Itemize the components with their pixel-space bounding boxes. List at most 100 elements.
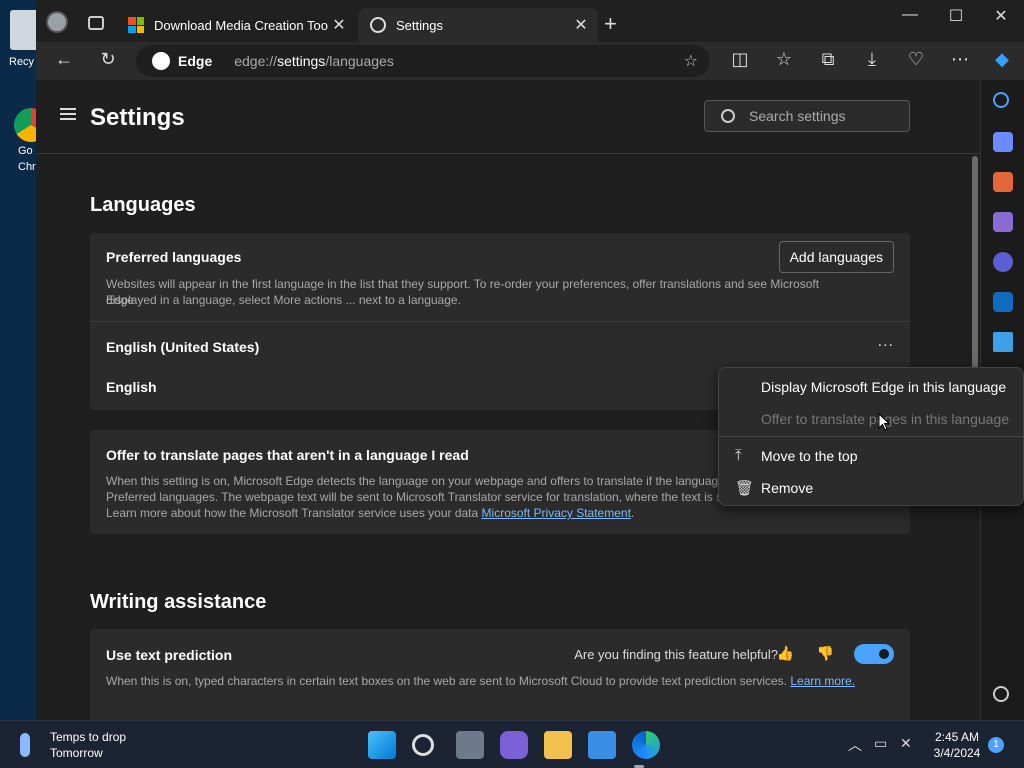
page-title: Settings	[90, 104, 185, 131]
writing-assistance-heading: Writing assistance	[90, 591, 267, 613]
language-context-menu: Display Microsoft Edge in this language …	[718, 367, 1024, 506]
menu-item-display-edge[interactable]: Display Microsoft Edge in this language	[761, 379, 1006, 395]
thermometer-icon	[20, 733, 30, 757]
preferred-languages-title: Preferred languages	[106, 249, 242, 265]
toolbar: ← ↻ Edge edge://settings/languages ☆ ◫ ☆…	[36, 42, 1024, 80]
clock-date: 3/4/2024	[933, 746, 981, 760]
task-view-icon[interactable]	[456, 731, 484, 759]
address-bar[interactable]: Edge edge://settings/languages ☆	[136, 45, 710, 77]
file-explorer-icon[interactable]	[544, 731, 572, 759]
browser-window: Download Media Creation Tool - ✕ Setting…	[36, 0, 1024, 720]
thumbs-up-icon[interactable]: 👍	[777, 645, 794, 662]
language-item-english-us: English (United States)	[106, 339, 260, 355]
weather-line-2: Tomorrow	[50, 746, 103, 760]
copilot-icon[interactable]: ◆	[990, 49, 1014, 70]
thumbs-down-icon[interactable]: 👎	[817, 645, 834, 662]
tab-title: Settings	[396, 17, 443, 33]
title-bar: Download Media Creation Tool - ✕ Setting…	[36, 0, 1024, 42]
settings-header: Settings	[36, 80, 980, 154]
tab-close-icon[interactable]: ✕	[570, 15, 592, 35]
translate-desc-3: Learn more about how the Microsoft Trans…	[106, 506, 635, 520]
performance-icon[interactable]: ♡	[904, 49, 928, 70]
text-prediction-toggle[interactable]	[854, 644, 894, 664]
volume-muted-icon[interactable]: ✕	[900, 735, 912, 752]
gear-icon	[370, 17, 386, 33]
weather-widget[interactable]: Temps to drop Tomorrow	[50, 729, 126, 761]
sidebar-search-icon[interactable]	[993, 92, 1009, 108]
add-languages-button[interactable]: Add languages	[778, 241, 894, 273]
tab-close-icon[interactable]: ✕	[328, 15, 350, 35]
move-to-top-icon: ⤒	[735, 447, 742, 464]
maximize-button[interactable]: ☐	[936, 6, 976, 26]
languages-heading: Languages	[90, 194, 196, 216]
system-clock[interactable]: 2:45 AM 3/4/2024	[932, 729, 982, 761]
downloads-icon[interactable]: ⤓	[860, 49, 884, 70]
text-prediction-title: Use text prediction	[106, 647, 233, 663]
mouse-cursor-icon	[878, 413, 890, 431]
start-button-icon[interactable]	[368, 731, 396, 759]
translate-title: Offer to translate pages that aren't in …	[106, 447, 469, 463]
sidebar-shopping-icon[interactable]	[993, 132, 1013, 152]
url-text: edge://settings/languages	[234, 53, 394, 69]
tab-settings[interactable]: Settings ✕	[358, 8, 598, 42]
microsoft-logo-icon	[128, 17, 144, 33]
tab-media-creation-tool[interactable]: Download Media Creation Tool - ✕	[116, 8, 356, 42]
teams-chat-icon[interactable]	[500, 731, 528, 759]
weather-line-1: Temps to drop	[50, 730, 127, 744]
text-prediction-desc: When this is on, typed characters in cer…	[106, 674, 856, 688]
close-window-button[interactable]: ✕	[981, 6, 1021, 26]
trash-icon: 🗑	[735, 480, 755, 497]
minimize-button[interactable]: —	[890, 6, 930, 24]
preferred-languages-desc-2: displayed in a language, select More act…	[106, 293, 461, 307]
menu-item-move-to-top[interactable]: Move to the top	[761, 448, 858, 464]
taskbar-search-icon[interactable]	[412, 734, 434, 756]
sidebar-copilot-icon[interactable]	[993, 252, 1013, 272]
profile-avatar-icon[interactable]	[46, 11, 68, 33]
search-icon	[721, 109, 735, 123]
collections-icon[interactable]: ⧉	[816, 49, 840, 70]
scrollbar-thumb[interactable]	[972, 156, 978, 376]
recycle-bin-shortcut[interactable]: Recy	[6, 10, 36, 68]
new-tab-button[interactable]: +	[604, 11, 617, 37]
more-actions-button[interactable]: ...	[878, 333, 894, 351]
learn-more-link[interactable]: Learn more.	[790, 674, 855, 688]
recycle-bin-label: Recy	[9, 56, 35, 68]
chrome-shortcut[interactable]: Go Chr	[6, 108, 36, 174]
site-name: Edge	[178, 53, 213, 69]
favorite-star-icon[interactable]: ☆	[684, 51, 698, 71]
menu-separator	[719, 436, 1023, 437]
sidebar-tools-icon[interactable]	[993, 172, 1013, 192]
show-hidden-icons-icon[interactable]: ︿	[848, 735, 862, 755]
refresh-icon[interactable]: ↻	[96, 49, 120, 70]
more-menu-icon[interactable]: ⋯	[948, 49, 972, 70]
privacy-statement-link[interactable]: Microsoft Privacy Statement	[482, 506, 631, 520]
edge-taskbar-icon[interactable]	[632, 731, 660, 759]
recycle-bin-icon	[10, 10, 36, 50]
network-icon[interactable]: ▭	[874, 735, 887, 752]
sidebar-settings-gear-icon[interactable]	[993, 686, 1009, 702]
desktop: Recy Go Chr	[0, 0, 36, 720]
language-item-english: English	[106, 379, 157, 395]
search-input[interactable]	[749, 108, 889, 124]
tab-actions-icon[interactable]	[88, 16, 104, 30]
tab-title: Download Media Creation Tool -	[154, 17, 328, 33]
clock-time: 2:45 AM	[934, 730, 980, 744]
favorites-icon[interactable]: ☆	[772, 49, 796, 70]
text-prediction-card: Use text prediction Are you finding this…	[90, 629, 910, 720]
microsoft-store-icon[interactable]	[588, 731, 616, 759]
taskbar: Temps to drop Tomorrow ︿ ▭ ✕ 2:45 AM 3/4…	[0, 720, 1024, 768]
search-box[interactable]	[704, 100, 910, 132]
notification-badge[interactable]: 1	[988, 737, 1004, 753]
sidebar-send-icon[interactable]	[993, 332, 1013, 352]
feedback-question: Are you finding this feature helpful?	[574, 647, 778, 662]
split-screen-icon[interactable]: ◫	[728, 49, 752, 70]
chrome-label-1: Go	[18, 145, 33, 157]
sidebar-games-icon[interactable]	[993, 212, 1013, 232]
edge-logo-icon	[152, 52, 170, 70]
hamburger-menu-icon[interactable]	[60, 108, 76, 120]
chrome-icon	[14, 108, 36, 142]
divider	[90, 321, 910, 322]
sidebar-outlook-icon[interactable]	[993, 292, 1013, 312]
back-icon[interactable]: ←	[52, 49, 76, 70]
menu-item-remove[interactable]: Remove	[761, 480, 813, 496]
